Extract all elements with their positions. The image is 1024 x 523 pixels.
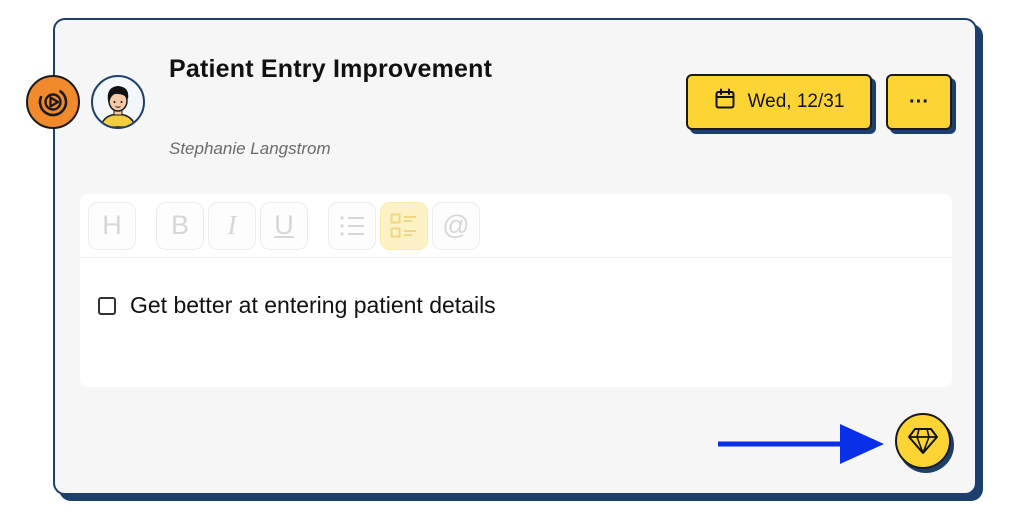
more-options-button[interactable]: ··· — [886, 74, 952, 130]
bullet-list-button[interactable] — [328, 201, 376, 250]
card-title: Patient Entry Improvement — [169, 55, 493, 83]
target-play-icon[interactable] — [26, 75, 80, 129]
checklist-item: Get better at entering patient details — [98, 292, 496, 319]
owner-name: Stephanie Langstrom — [169, 139, 331, 158]
underline-label: U — [274, 210, 294, 240]
bullet-list-icon — [340, 215, 364, 236]
task-label[interactable]: Get better at entering patient details — [130, 292, 496, 319]
checklist-button[interactable] — [380, 201, 428, 250]
avatar[interactable] — [91, 75, 145, 129]
rich-text-editor[interactable]: H B I U @ Get better at entering patient… — [80, 194, 952, 387]
italic-button[interactable]: I — [208, 201, 256, 250]
checklist-icon — [390, 213, 416, 237]
heading-button[interactable]: H — [88, 201, 136, 250]
diamond-icon[interactable] — [895, 413, 951, 469]
editor-toolbar: H B I U @ — [80, 194, 952, 258]
due-date-label: Wed, 12/31 — [747, 91, 845, 112]
underline-button[interactable]: U — [260, 201, 308, 250]
mention-button[interactable]: @ — [432, 201, 480, 250]
calendar-icon — [714, 88, 736, 116]
arrow-right-icon — [718, 424, 884, 464]
due-date-button[interactable]: Wed, 12/31 — [686, 74, 872, 130]
italic-label: I — [227, 210, 237, 240]
task-checkbox[interactable] — [98, 296, 116, 315]
bold-button[interactable]: B — [156, 201, 204, 250]
